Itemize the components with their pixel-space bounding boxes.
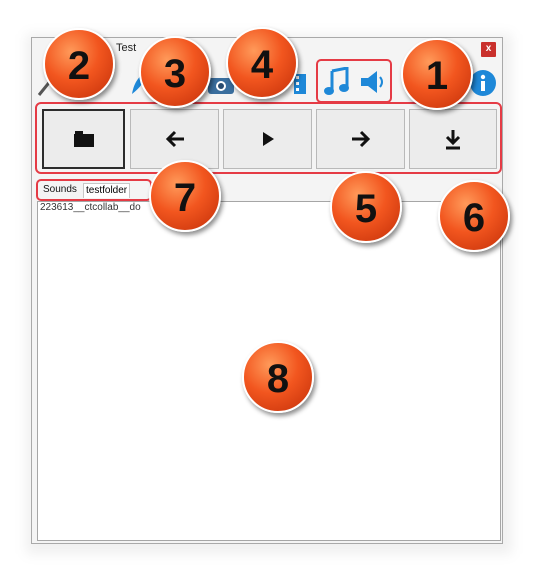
badge-8: 8 — [242, 341, 314, 413]
badge-3: 3 — [139, 36, 211, 108]
badge-2: 2 — [43, 28, 115, 100]
play-button[interactable] — [223, 109, 312, 169]
badge-7: 7 — [149, 160, 221, 232]
list-item[interactable]: 223613__ctcollab__do — [40, 202, 141, 213]
music-note-icon[interactable] — [323, 67, 351, 97]
previous-button[interactable] — [130, 109, 219, 169]
badge-4: 4 — [226, 27, 298, 99]
play-icon — [262, 132, 274, 146]
open-folder-button[interactable] — [42, 109, 125, 169]
navigation-toolbar — [35, 102, 502, 174]
tab-testfolder[interactable]: testfolder — [83, 183, 131, 198]
download-button[interactable] — [409, 109, 497, 169]
close-button[interactable]: x — [481, 42, 496, 57]
download-icon — [445, 130, 461, 150]
next-button[interactable] — [316, 109, 405, 169]
audio-mode-group — [316, 59, 392, 103]
arrow-right-icon — [351, 130, 370, 148]
app-window: Test x Sounds testfolder 223613__ctcolla… — [31, 37, 503, 544]
folder-tabs: Sounds testfolder — [36, 179, 152, 201]
speaker-icon[interactable] — [358, 68, 386, 96]
arrow-left-icon — [165, 130, 184, 148]
badge-5: 5 — [330, 171, 402, 243]
badge-1: 1 — [401, 38, 473, 110]
window-title: Test — [116, 42, 137, 54]
badge-6: 6 — [438, 180, 510, 252]
tab-sounds[interactable]: Sounds — [41, 183, 79, 197]
folder-icon — [73, 131, 94, 147]
